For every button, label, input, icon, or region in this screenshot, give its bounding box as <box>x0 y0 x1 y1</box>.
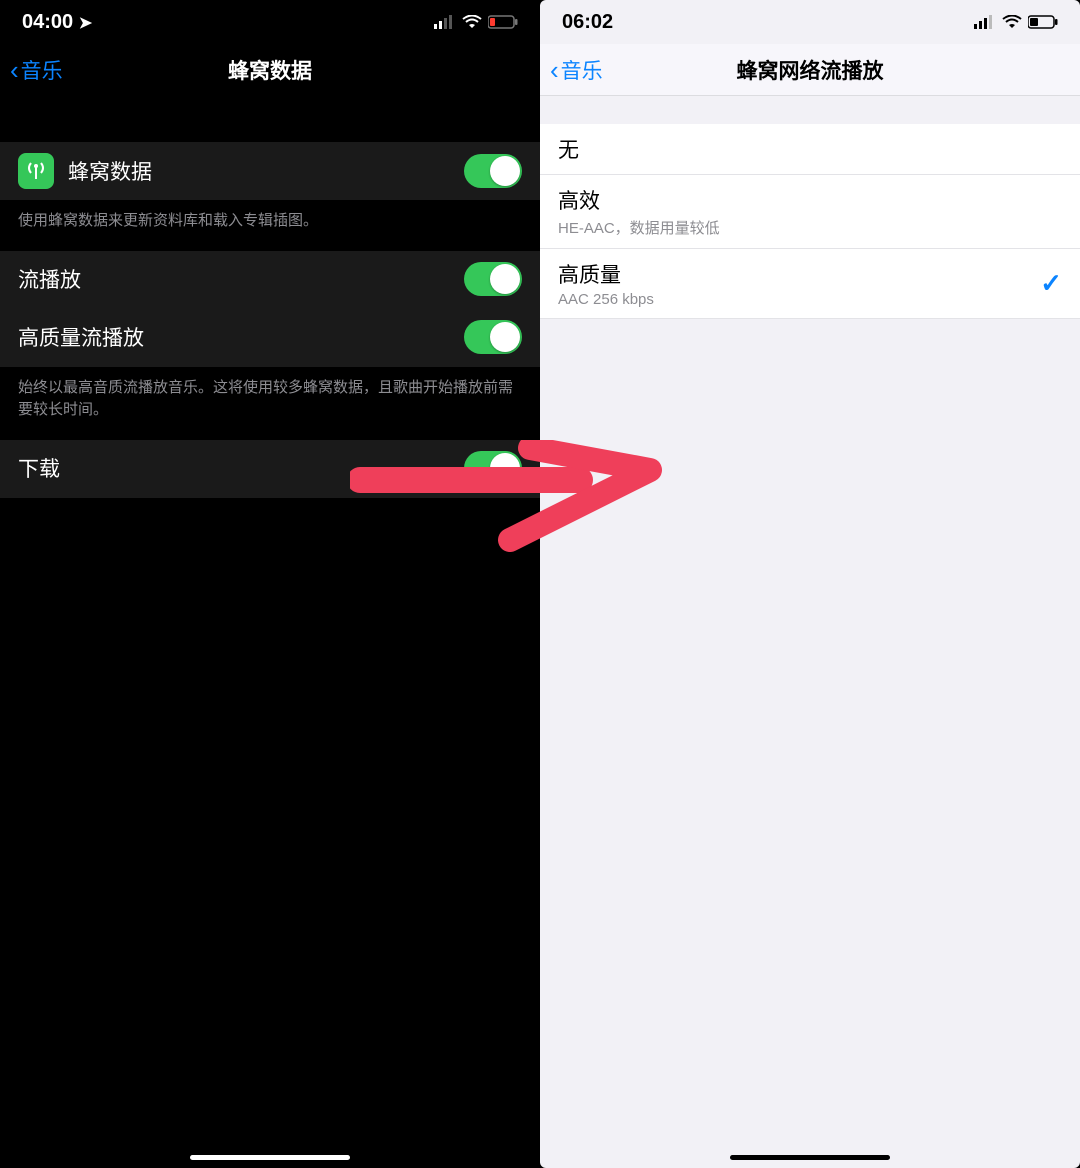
toggle-hq-streaming[interactable] <box>464 320 522 354</box>
status-bar: 06:02 <box>540 0 1080 44</box>
quality-options: 无 高效 HE-AAC，数据用量较低 高质量 AAC 256 kbps ✓ <box>540 124 1080 319</box>
option-title: 高效 <box>558 185 1062 215</box>
page-title: 蜂窝网络流播放 <box>540 55 1080 85</box>
row-label: 流播放 <box>18 264 464 294</box>
battery-icon <box>488 15 518 29</box>
wifi-icon <box>462 15 482 29</box>
checkmark-icon: ✓ <box>1040 268 1062 299</box>
location-icon: ➤ <box>79 15 92 32</box>
page-title: 蜂窝数据 <box>0 55 540 85</box>
toggle-download[interactable] <box>464 451 522 485</box>
nav-bar: ‹ 音乐 蜂窝数据 <box>0 44 540 96</box>
battery-icon <box>1028 15 1058 29</box>
status-icons <box>434 15 518 29</box>
option-title: 无 <box>558 134 1062 164</box>
option-title: 高质量 <box>558 259 1040 289</box>
signal-icon <box>974 15 996 29</box>
home-indicator[interactable] <box>730 1155 890 1160</box>
option-subtitle: AAC 256 kbps <box>558 291 1040 308</box>
option-efficient[interactable]: 高效 HE-AAC，数据用量较低 <box>540 175 1080 249</box>
row-label: 蜂窝数据 <box>68 156 464 186</box>
row-label: 下载 <box>18 453 464 483</box>
row-hq-streaming[interactable]: 高质量流播放 <box>0 309 540 367</box>
option-subtitle: HE-AAC，数据用量较低 <box>558 217 1062 238</box>
footer-hq: 始终以最高音质流播放音乐。这将使用较多蜂窝数据，且歌曲开始播放前需要较长时间。 <box>0 367 540 440</box>
antenna-icon <box>18 153 54 189</box>
status-time: 04:00 ➤ <box>22 11 92 34</box>
row-streaming[interactable]: 流播放 <box>0 251 540 309</box>
option-high-quality[interactable]: 高质量 AAC 256 kbps ✓ <box>540 249 1080 319</box>
status-icons <box>974 15 1058 29</box>
phone-left-dark: 04:00 ➤ ‹ 音乐 蜂窝数据 蜂窝数据 使用蜂窝数据来更新资料库和载入专辑… <box>0 0 540 1168</box>
footer-cellular: 使用蜂窝数据来更新资料库和载入专辑插图。 <box>0 200 540 251</box>
signal-icon <box>434 15 456 29</box>
option-none[interactable]: 无 <box>540 124 1080 175</box>
home-indicator[interactable] <box>190 1155 350 1160</box>
row-label: 高质量流播放 <box>18 322 464 352</box>
row-cellular-data[interactable]: 蜂窝数据 <box>0 142 540 200</box>
status-bar: 04:00 ➤ <box>0 0 540 44</box>
toggle-cellular[interactable] <box>464 154 522 188</box>
toggle-streaming[interactable] <box>464 262 522 296</box>
wifi-icon <box>1002 15 1022 29</box>
phone-right-light: 06:02 ‹ 音乐 蜂窝网络流播放 无 高效 HE-AAC，数据用量较低 <box>540 0 1080 1168</box>
row-download[interactable]: 下载 <box>0 440 540 498</box>
status-time: 06:02 <box>562 11 613 34</box>
nav-bar: ‹ 音乐 蜂窝网络流播放 <box>540 44 1080 96</box>
